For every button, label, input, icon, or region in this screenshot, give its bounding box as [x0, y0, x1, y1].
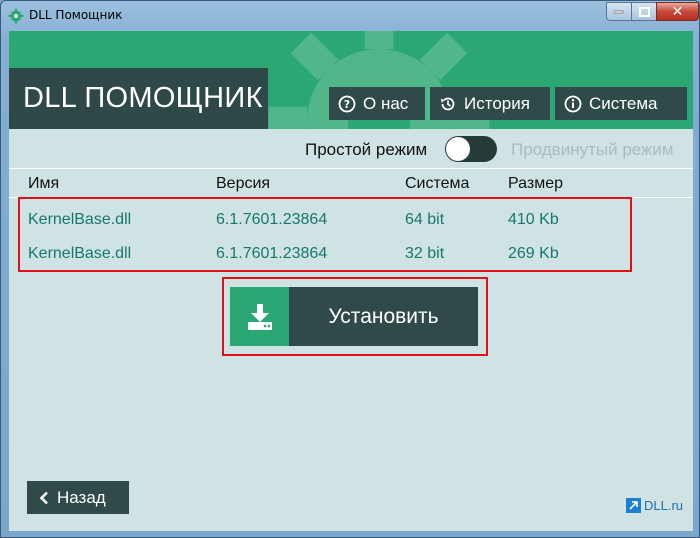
file-version: 6.1.7601.23864 [216, 211, 328, 228]
column-header-version: Версия [216, 175, 271, 192]
file-name: KernelBase.dll [28, 211, 132, 228]
column-header-name: Имя [28, 175, 60, 192]
install-button[interactable]: Установить [230, 287, 478, 346]
info-circle-icon [564, 95, 582, 112]
toggle-knob [446, 137, 470, 161]
dll-file-list: KernelBase.dll 6.1.7601.23864 64 bit 410… [18, 197, 632, 272]
simple-mode-label: Простой режим [305, 140, 428, 159]
column-header-system: Система [405, 175, 470, 192]
history-button[interactable]: История [430, 87, 550, 120]
system-button[interactable]: Система [555, 87, 687, 120]
close-button[interactable]: ✕ [656, 2, 699, 21]
mode-toggle[interactable] [445, 136, 497, 162]
header-banner: DLL ПОМОЩНИК ? О нас История Система [9, 31, 693, 129]
file-system: 32 bit [405, 245, 445, 262]
system-label: Система [589, 93, 658, 113]
file-name: KernelBase.dll [28, 245, 132, 262]
external-link-icon [626, 498, 641, 513]
about-label: О нас [363, 93, 409, 113]
app-brand-title: DLL ПОМОЩНИК [9, 68, 268, 129]
install-label: Установить [328, 304, 439, 328]
download-icon [247, 303, 272, 330]
file-size: 269 Kb [508, 245, 559, 262]
table-row[interactable]: KernelBase.dll 6.1.7601.23864 64 bit 410… [20, 206, 630, 236]
back-label: Назад [57, 487, 106, 507]
chevron-left-icon [39, 491, 48, 504]
site-link[interactable]: DLL.ru [626, 498, 683, 513]
file-size: 410 Kb [508, 211, 559, 228]
title-bar[interactable]: DLL Помощник ✕ [1, 1, 700, 31]
table-header: Имя Версия Система Размер [9, 168, 693, 198]
file-system: 64 bit [405, 211, 445, 228]
minimize-icon [614, 10, 624, 13]
close-icon: ✕ [671, 3, 684, 20]
site-link-label: DLL.ru [644, 498, 684, 513]
minimize-button[interactable] [606, 2, 632, 21]
install-highlight: Установить [222, 277, 488, 356]
maximize-button[interactable] [631, 2, 657, 21]
window-title: DLL Помощник [29, 8, 123, 22]
question-circle-icon: ? [338, 95, 356, 112]
svg-text:?: ? [344, 98, 350, 111]
app-gear-icon [8, 8, 24, 24]
mode-switch-row: Простой режим Продвинутый режим [9, 134, 693, 164]
advanced-mode-label: Продвинутый режим [511, 140, 674, 159]
about-button[interactable]: ? О нас [329, 87, 425, 120]
install-icon-box [230, 287, 289, 346]
app-window: DLL Помощник ✕ DLL ПОМОЩНИК ? О нас Исто… [0, 0, 700, 538]
table-row[interactable]: KernelBase.dll 6.1.7601.23864 32 bit 269… [20, 240, 630, 270]
maximize-icon [638, 6, 650, 17]
back-button[interactable]: Назад [27, 481, 129, 514]
column-header-size: Размер [508, 175, 563, 192]
client-area: DLL ПОМОЩНИК ? О нас История Система Про… [9, 31, 693, 531]
file-version: 6.1.7601.23864 [216, 245, 328, 262]
history-icon [441, 97, 455, 110]
history-label: История [464, 93, 530, 113]
